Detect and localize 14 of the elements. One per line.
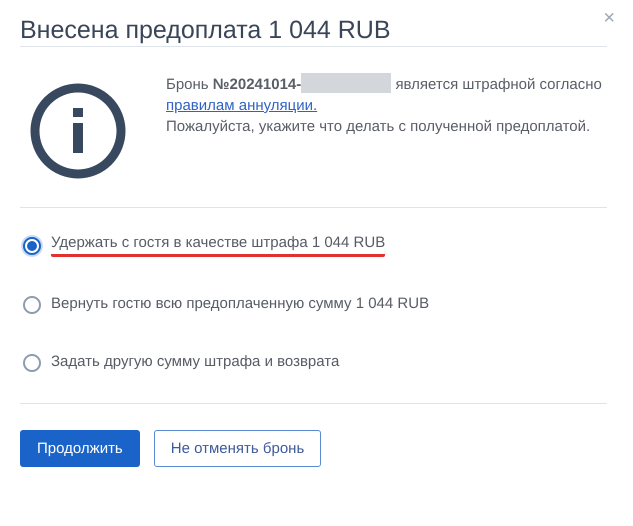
dialog-title: Внесена предоплата 1 044 RUB bbox=[20, 16, 391, 45]
option-label[interactable]: Вернуть гостю всю предоплаченную сумму 1 044 RUB bbox=[51, 295, 430, 315]
continue-button[interactable]: Продолжить bbox=[20, 430, 140, 467]
option-label[interactable]: Задать другую сумму штрафа и возврата bbox=[51, 353, 340, 373]
booking-number-text: Бронь №20241014- bbox=[166, 76, 302, 93]
penalty-text: является штрафной согласно bbox=[395, 76, 602, 93]
info-icon bbox=[30, 83, 126, 179]
radio-button[interactable] bbox=[23, 354, 41, 372]
cancellation-rules-link[interactable]: правилам аннуляции. bbox=[166, 97, 318, 114]
option-label[interactable]: Удержать с гостя в качестве штрафа 1 044 RUB bbox=[51, 234, 386, 257]
instruction-text: Пожалуйста, укажите что делать с полученной предоплатой. bbox=[166, 117, 592, 137]
radio-button[interactable] bbox=[23, 296, 41, 314]
keep-booking-button[interactable]: Не отменять бронь bbox=[154, 430, 322, 467]
radio-button[interactable] bbox=[23, 236, 41, 254]
